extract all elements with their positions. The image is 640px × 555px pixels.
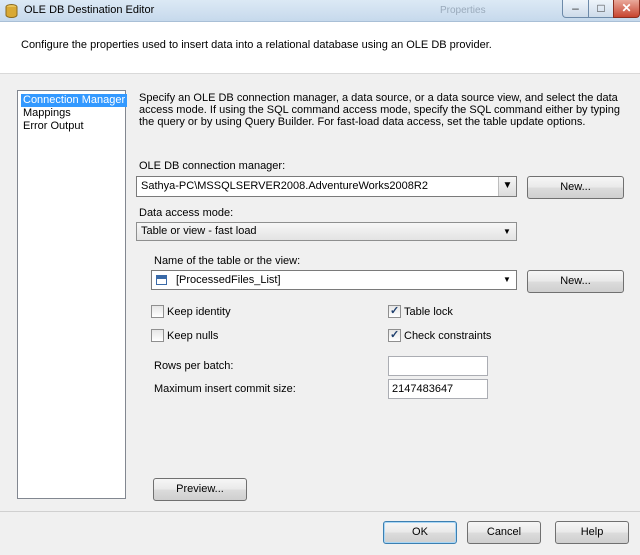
- table-icon: [156, 275, 167, 285]
- keep-identity-checkbox[interactable]: [151, 305, 164, 318]
- header-description: Configure the properties used to insert …: [21, 39, 492, 51]
- nav-item-connection-manager[interactable]: Connection Manager: [21, 94, 128, 107]
- background-window-title: Properties: [440, 5, 486, 16]
- window-title: OLE DB Destination Editor: [24, 4, 155, 16]
- dialog-header: Configure the properties used to insert …: [0, 22, 640, 74]
- table-lock-checkbox[interactable]: ✓: [388, 305, 401, 318]
- table-lock-label: Table lock: [404, 306, 453, 318]
- rows-per-batch-input[interactable]: [388, 356, 488, 376]
- check-constraints-label: Check constraints: [404, 330, 492, 342]
- data-access-mode-dropdown[interactable]: Table or view - fast load ▼: [136, 222, 517, 241]
- ok-button[interactable]: OK: [383, 521, 457, 544]
- dropdown-arrow-icon: ▼: [503, 275, 511, 284]
- cancel-button[interactable]: Cancel: [467, 521, 541, 544]
- footer-divider: [0, 511, 640, 512]
- keep-nulls-checkbox[interactable]: [151, 329, 164, 342]
- check-mark-icon: ✓: [390, 329, 400, 341]
- page-description: Specify an OLE DB connection manager, a …: [139, 92, 620, 128]
- max-commit-size-label: Maximum insert commit size:: [154, 383, 296, 395]
- maximize-button[interactable]: □: [588, 0, 614, 18]
- dropdown-arrow-icon: ▼: [498, 177, 516, 196]
- connection-manager-dropdown[interactable]: Sathya-PC\MSSQLSERVER2008.AdventureWorks…: [136, 176, 517, 197]
- table-name-dropdown[interactable]: [ProcessedFiles_List] ▼: [151, 270, 517, 290]
- minimize-button[interactable]: ‒: [562, 0, 589, 18]
- nav-item-error-output[interactable]: Error Output: [21, 120, 86, 133]
- connection-manager-label: OLE DB connection manager:: [139, 160, 286, 172]
- data-access-mode-label: Data access mode:: [139, 207, 234, 219]
- new-connection-button[interactable]: New...: [527, 176, 624, 199]
- preview-button[interactable]: Preview...: [153, 478, 247, 501]
- table-name-value: [ProcessedFiles_List]: [176, 274, 281, 286]
- check-mark-icon: ✓: [390, 305, 400, 317]
- table-name-label: Name of the table or the view:: [154, 255, 301, 267]
- new-table-button[interactable]: New...: [527, 270, 624, 293]
- title-bar: OLE DB Destination Editor Properties ‒ □…: [0, 0, 640, 22]
- nav-item-mappings[interactable]: Mappings: [21, 107, 73, 120]
- keep-nulls-label: Keep nulls: [167, 330, 219, 342]
- database-icon: [5, 4, 18, 18]
- keep-identity-label: Keep identity: [167, 306, 231, 318]
- check-constraints-checkbox[interactable]: ✓: [388, 329, 401, 342]
- page-navigation-list: Connection Manager Mappings Error Output: [17, 90, 128, 499]
- max-commit-size-value: 2147483647: [392, 383, 454, 395]
- dropdown-arrow-icon: ▼: [503, 227, 511, 236]
- close-button[interactable]: ✕: [613, 0, 640, 18]
- help-button[interactable]: Help: [555, 521, 629, 544]
- connection-manager-value: Sathya-PC\MSSQLSERVER2008.AdventureWorks…: [141, 180, 428, 192]
- rows-per-batch-label: Rows per batch:: [154, 360, 234, 372]
- max-commit-size-input[interactable]: 2147483647: [388, 379, 488, 399]
- data-access-mode-value: Table or view - fast load: [141, 225, 257, 237]
